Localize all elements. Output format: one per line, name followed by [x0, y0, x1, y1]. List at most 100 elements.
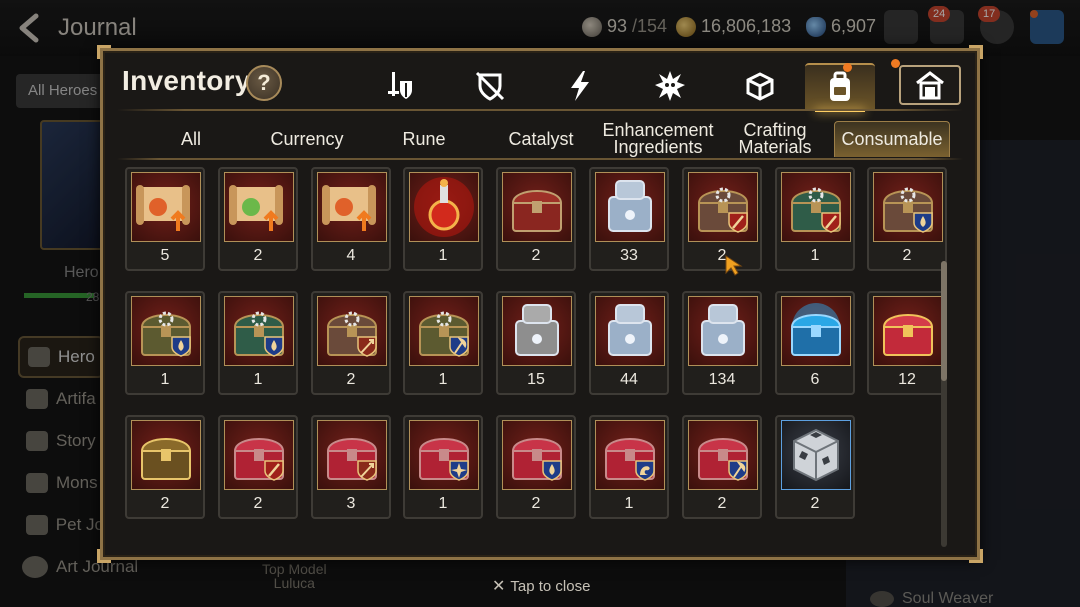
spiky-blob-icon — [655, 71, 685, 101]
red-chest-axe-icon — [688, 420, 758, 490]
grey-box-icon — [502, 296, 572, 366]
item-count: 1 — [160, 371, 170, 388]
red-gold-chest-icon — [873, 296, 943, 366]
tab-currency[interactable]: Currency — [249, 121, 365, 157]
item-grid: 5 2 4 1 2 33 2 1 2 1 1 2 1 15 44 134 6 12 2 2 3 1 2 1 2 2 — [125, 167, 951, 547]
tab-catalyst[interactable]: Catalyst — [483, 121, 599, 157]
item-count: 44 — [620, 371, 638, 388]
item-slot[interactable]: 5 — [125, 167, 205, 271]
tab-rune[interactable]: Rune — [366, 121, 482, 157]
item-slot[interactable]: 2 — [311, 291, 391, 395]
frame-corner — [969, 45, 983, 59]
green-gear-chest-sword-icon — [781, 172, 851, 242]
item-slot[interactable]: 134 — [682, 291, 762, 395]
item-count: 3 — [346, 495, 356, 512]
item-count: 1 — [438, 495, 448, 512]
silver-cube-icon — [781, 420, 851, 490]
red-chest-sword-icon — [224, 420, 294, 490]
close-hint-text: Tap to close — [510, 577, 591, 595]
frame-corner — [97, 549, 111, 563]
item-slot[interactable]: 2 — [125, 415, 205, 519]
item-slot[interactable]: 33 — [589, 167, 669, 271]
item-count: 1 — [253, 371, 263, 388]
crossed-shield-icon — [475, 71, 505, 101]
item-count: 2 — [253, 495, 263, 512]
item-slot[interactable]: 2 — [496, 167, 576, 271]
cube-icon — [746, 72, 774, 101]
new-item-dot — [843, 63, 852, 72]
item-slot[interactable]: 1 — [589, 415, 669, 519]
olive-gear-chest-axe-icon — [409, 296, 479, 366]
item-slot[interactable]: 1 — [403, 415, 483, 519]
scrollbar-thumb[interactable] — [941, 261, 947, 381]
item-slot[interactable]: 44 — [589, 291, 669, 395]
item-slot[interactable]: 1 — [218, 291, 298, 395]
item-count: 6 — [810, 371, 820, 388]
item-slot[interactable]: 6 — [775, 291, 855, 395]
item-slot[interactable]: 12 — [867, 291, 947, 395]
item-slot[interactable]: 2 — [775, 415, 855, 519]
item-slot[interactable]: 1 — [403, 291, 483, 395]
tab-enhancement-ingredients[interactable]: Enhancement Ingredients — [600, 121, 716, 157]
tab-all[interactable]: All — [133, 121, 249, 157]
close-icon: ✕ — [492, 578, 506, 595]
grid-scrollbar[interactable] — [941, 261, 947, 547]
item-slot[interactable]: 2 — [682, 167, 762, 271]
help-button[interactable]: ? — [246, 65, 282, 101]
red-chest-arm-icon — [595, 420, 665, 490]
silver-box-icon — [595, 172, 665, 242]
item-count: 1 — [438, 247, 448, 264]
tab-material[interactable] — [635, 63, 705, 109]
storage-button[interactable] — [891, 59, 961, 105]
potion-icon — [409, 172, 479, 242]
tab-consumable-bag[interactable] — [805, 63, 875, 112]
inventory-modal: Inventory ? All Currency Rune Catalyst E… — [97, 45, 983, 563]
gear-chest-sword-icon — [688, 172, 758, 242]
tab-unequip[interactable] — [455, 63, 525, 109]
item-count: 33 — [620, 247, 638, 264]
blue-glow-chest-icon — [781, 296, 851, 366]
green-gear-chest-water-icon — [224, 296, 294, 366]
frame-corner — [969, 549, 983, 563]
item-slot[interactable]: 1 — [775, 167, 855, 271]
gear-chest-arrow-icon — [317, 296, 387, 366]
item-slot[interactable]: 15 — [496, 291, 576, 395]
scroll-rainbow-icon — [224, 172, 294, 242]
item-slot[interactable]: 1 — [125, 291, 205, 395]
gear-chest-water-icon — [873, 172, 943, 242]
olive-gear-chest-water-icon — [131, 296, 201, 366]
tab-box[interactable] — [725, 63, 795, 109]
item-count: 12 — [898, 371, 916, 388]
backpack-icon — [830, 71, 850, 101]
close-hint[interactable]: ✕ Tap to close — [492, 576, 590, 596]
tab-equipment[interactable] — [365, 63, 435, 109]
tab-artifact[interactable] — [545, 63, 615, 109]
tab-crafting-materials[interactable]: Crafting Materials — [717, 121, 833, 157]
item-slot[interactable]: 3 — [311, 415, 391, 519]
item-slot[interactable]: 2 — [682, 415, 762, 519]
item-slot[interactable]: 2 — [867, 167, 947, 271]
item-count: 2 — [253, 247, 263, 264]
item-count: 2 — [346, 371, 356, 388]
item-count: 2 — [717, 495, 727, 512]
item-slot[interactable]: 4 — [311, 167, 391, 271]
divider — [117, 158, 963, 160]
pointer-cursor-icon — [725, 255, 743, 276]
tab-consumable[interactable]: Consumable — [834, 121, 950, 157]
red-chest-icon — [502, 172, 572, 242]
scroll-orange-icon — [317, 172, 387, 242]
item-count: 5 — [160, 247, 170, 264]
sub-tabs: All Currency Rune Catalyst Enhancement I… — [103, 113, 983, 159]
item-slot[interactable]: 2 — [218, 415, 298, 519]
item-slot[interactable]: 2 — [218, 167, 298, 271]
item-slot[interactable]: 2 — [496, 415, 576, 519]
item-slot[interactable]: 1 — [403, 167, 483, 271]
storage-house-icon — [916, 71, 944, 100]
divider — [117, 109, 963, 111]
weapon-armor-icon — [388, 72, 412, 99]
lightning-icon — [571, 71, 589, 101]
item-count: 2 — [531, 495, 541, 512]
red-chest-water-icon — [502, 420, 572, 490]
item-count: 2 — [160, 495, 170, 512]
item-count: 134 — [708, 371, 736, 388]
